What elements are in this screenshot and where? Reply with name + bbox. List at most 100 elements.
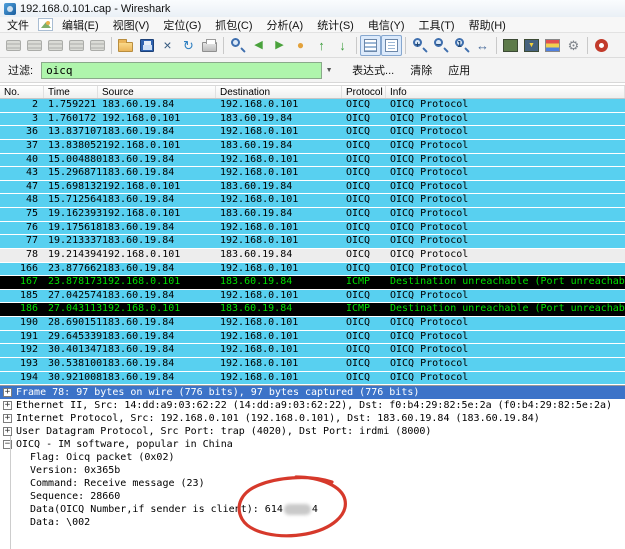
title-bar: 192.168.0.101.cap - Wireshark: [0, 0, 625, 17]
capture-stop-icon[interactable]: [66, 35, 87, 56]
capture-start-icon[interactable]: [45, 35, 66, 56]
packet-row-75[interactable]: 75 19.162393 192.168.0.101 183.60.19.84 OICQ…: [0, 208, 625, 222]
column-header-protocol[interactable]: Protocol: [342, 86, 386, 98]
go-bottom-icon[interactable]: ↓: [332, 35, 353, 56]
capture-restart-icon[interactable]: [87, 35, 108, 56]
packet-details-pane: + Frame 78: 97 bytes on wire (776 bits), …: [0, 385, 625, 549]
menu-item-go[interactable]: 定位(G): [156, 17, 208, 33]
packet-row-48[interactable]: 48 15.712564 183.60.19.84 192.168.0.101 OICQ…: [0, 194, 625, 208]
packet-row-77[interactable]: 77 19.213337 183.60.19.84 192.168.0.101 OICQ…: [0, 235, 625, 249]
menu-bar: 文件 编辑(E) 视图(V) 定位(G) 抓包(C) 分析(A) 统计(S) 电信(Y) 工具(…: [0, 17, 625, 32]
packet-row-76[interactable]: 76 19.175618 183.60.19.84 192.168.0.101 OICQ…: [0, 221, 625, 236]
menu-item-help[interactable]: 帮助(H): [462, 17, 513, 33]
help-icon[interactable]: [591, 35, 612, 56]
filter-input[interactable]: [41, 61, 323, 79]
zoom-in-icon[interactable]: +: [409, 35, 430, 56]
broken-image-artifact-icon: [38, 18, 53, 31]
wireshark-app-icon: [4, 2, 16, 15]
filter-dropdown-icon[interactable]: ▼: [322, 62, 336, 79]
resize-columns-icon[interactable]: ↔: [472, 35, 493, 56]
packet-row-186[interactable]: 186 27.043113 192.168.0.101 183.60.19.84 ICM…: [0, 303, 625, 317]
packet-row-193[interactable]: 193 30.538100 183.60.19.84 192.168.0.101 OIC…: [0, 357, 625, 372]
packet-row-78[interactable]: 78 19.214394 192.168.0.101 183.60.19.84 OICQ…: [0, 248, 625, 263]
detail-line-oicq-data[interactable]: Data: \002: [0, 516, 625, 529]
detail-line-udp[interactable]: + User Datagram Protocol, Src Port: trap …: [0, 425, 625, 438]
packet-row-166[interactable]: 166 23.877662 183.60.19.84 192.168.0.101 OIC…: [0, 262, 625, 277]
print-icon[interactable]: [199, 35, 220, 56]
menu-item-view[interactable]: 视图(V): [106, 17, 157, 33]
save-file-icon[interactable]: [136, 35, 157, 56]
close-file-icon[interactable]: ×: [157, 35, 178, 56]
expand-plus-icon[interactable]: +: [3, 388, 12, 397]
detail-line-ip[interactable]: + Internet Protocol, Src: 192.168.0.101 (…: [0, 412, 625, 425]
toolbar-separator: [356, 36, 357, 54]
main-toolbar: × ↻ ◀ ▶ ● ↑ ↓ + −1 ↔ ▼ ⚙: [0, 32, 625, 58]
preferences-icon[interactable]: ⚙: [563, 35, 584, 56]
forward-icon[interactable]: ▶: [269, 35, 290, 56]
packet-row-36[interactable]: 36 13.837107 183.60.19.84 192.168.0.101 OICQ…: [0, 126, 625, 140]
column-header-source[interactable]: Source: [98, 86, 216, 98]
toolbar-separator: [111, 36, 112, 54]
packet-row-3[interactable]: 3 1.760172 192.168.0.101 183.60.19.84 OICQ OI…: [0, 112, 625, 127]
detail-line-ethernet[interactable]: + Ethernet II, Src: 14:dd:a9:03:62:22 (14…: [0, 399, 625, 412]
packet-row-43[interactable]: 43 15.296871 183.60.19.84 192.168.0.101 OICQ…: [0, 167, 625, 181]
expand-plus-icon[interactable]: +: [3, 401, 12, 410]
column-header-info[interactable]: Info: [386, 86, 625, 98]
apply-button[interactable]: 应用: [448, 62, 470, 78]
filter-label: 过滤:: [8, 65, 34, 77]
tree-indent-guide: [10, 436, 11, 549]
packet-row-191[interactable]: 191 29.645339 183.60.19.84 192.168.0.101 OIC…: [0, 330, 625, 345]
packet-row-167[interactable]: 167 23.878173 192.168.0.101 183.60.19.84 ICM…: [0, 276, 625, 290]
redacted-oicq-number: [283, 504, 311, 515]
packet-row-192[interactable]: 192 30.401347 183.60.19.84 192.168.0.101 OIC…: [0, 344, 625, 358]
column-header-time[interactable]: Time: [44, 86, 98, 98]
capture-filter-icon[interactable]: [500, 35, 521, 56]
zoom-out-icon[interactable]: −: [430, 35, 451, 56]
toolbar-separator: [496, 36, 497, 54]
column-header-destination[interactable]: Destination: [216, 86, 342, 98]
clear-button[interactable]: 清除: [410, 62, 432, 78]
packet-row-2[interactable]: 2 1.759221 183.60.19.84 192.168.0.101 OICQ OI…: [0, 99, 625, 113]
detail-line-oicq-flag[interactable]: Flag: Oicq packet (0x02): [0, 451, 625, 464]
go-top-icon[interactable]: ↑: [311, 35, 332, 56]
zoom-100-icon[interactable]: 1: [451, 35, 472, 56]
expand-plus-icon[interactable]: +: [3, 427, 12, 436]
capture-options-icon[interactable]: [24, 35, 45, 56]
expression-button[interactable]: 表达式...: [352, 62, 394, 78]
menu-item-analyze[interactable]: 分析(A): [260, 17, 311, 33]
colorize-icon[interactable]: [360, 34, 381, 56]
open-file-icon[interactable]: [115, 35, 136, 56]
coloring-rules-icon[interactable]: [542, 35, 563, 56]
menu-item-tools[interactable]: 工具(T): [412, 17, 462, 33]
menu-item-file[interactable]: 文件: [0, 17, 36, 33]
autoscroll-icon[interactable]: [381, 34, 402, 56]
expand-plus-icon[interactable]: +: [3, 414, 12, 423]
packet-row-194[interactable]: 194 30.921008 183.60.19.84 192.168.0.101 OIC…: [0, 371, 625, 386]
packet-list-header: No. Time Source Destination Protocol Inf…: [0, 85, 625, 99]
menu-item-capture[interactable]: 抓包(C): [208, 17, 259, 33]
toolbar-separator: [405, 36, 406, 54]
menu-item-statistics[interactable]: 统计(S): [310, 17, 361, 33]
detail-line-oicq-command[interactable]: Command: Receive message (23): [0, 477, 625, 490]
detail-line-oicq-version[interactable]: Version: 0x365b: [0, 464, 625, 477]
packet-list: 2 1.759221 183.60.19.84 192.168.0.101 OICQ OI…: [0, 99, 625, 386]
detail-line-oicq[interactable]: − OICQ - IM software, popular in China: [0, 438, 625, 451]
back-icon[interactable]: ◀: [248, 35, 269, 56]
interfaces-icon[interactable]: [3, 35, 24, 56]
packet-row-40[interactable]: 40 15.004880 183.60.19.84 192.168.0.101 OICQ…: [0, 153, 625, 168]
filter-toolbar: 过滤: ▼ 表达式... 清除 应用: [0, 58, 625, 83]
packet-row-47[interactable]: 47 15.698132 192.168.0.101 183.60.19.84 OICQ…: [0, 180, 625, 195]
packet-row-185[interactable]: 185 27.042574 183.60.19.84 192.168.0.101 OIC…: [0, 289, 625, 304]
column-header-no[interactable]: No.: [0, 86, 44, 98]
menu-item-edit[interactable]: 编辑(E): [55, 17, 106, 33]
detail-line-oicq-number[interactable]: Data(OICQ Number,if sender is client): 6…: [0, 503, 625, 516]
find-icon[interactable]: [227, 35, 248, 56]
goto-packet-icon[interactable]: ●: [290, 35, 311, 56]
display-filter-icon[interactable]: ▼: [521, 35, 542, 56]
detail-line-oicq-sequence[interactable]: Sequence: 28660: [0, 490, 625, 503]
menu-item-telephony[interactable]: 电信(Y): [361, 17, 412, 33]
packet-row-37[interactable]: 37 13.838052 192.168.0.101 183.60.19.84 OICQ…: [0, 139, 625, 154]
packet-row-190[interactable]: 190 28.690151 183.60.19.84 192.168.0.101 OIC…: [0, 317, 625, 331]
detail-line-frame[interactable]: + Frame 78: 97 bytes on wire (776 bits), …: [0, 386, 625, 399]
reload-icon[interactable]: ↻: [178, 35, 199, 56]
